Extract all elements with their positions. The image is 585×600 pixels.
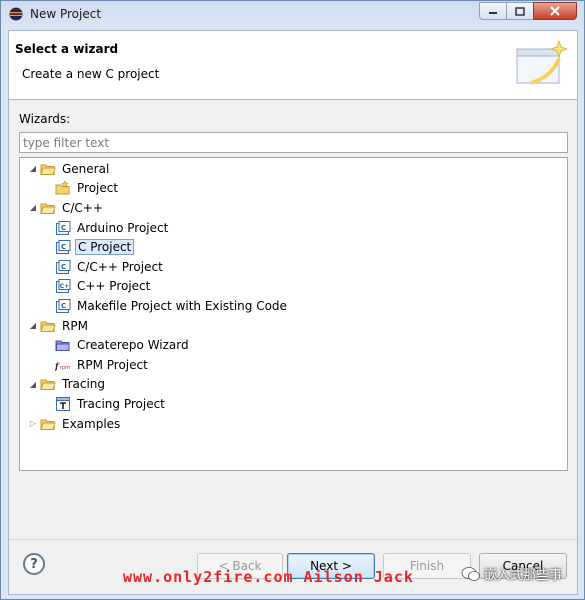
dialog-content: Select a wizard Create a new C project W… xyxy=(8,30,578,595)
svg-text:C: C xyxy=(61,224,66,232)
tree-item-label: Tracing Project xyxy=(77,396,165,411)
tree-item-tracing[interactable]: ◢ Tracing xyxy=(20,375,567,395)
watermark-text: www.only2fire.com Ailson Jack xyxy=(123,568,414,586)
tree-item-arduino-project[interactable]: C Arduino Project xyxy=(20,218,567,238)
wechat-icon xyxy=(461,566,480,581)
tree-item-project[interactable]: Project xyxy=(20,179,567,199)
help-button[interactable]: ? xyxy=(23,553,45,575)
folder-icon xyxy=(40,164,56,175)
close-button[interactable] xyxy=(533,2,577,20)
wizard-tree[interactable]: ◢ General Project ◢ C/C++ C Arduino Proj… xyxy=(19,157,568,471)
tree-item-label: C/C++ Project xyxy=(77,259,163,274)
filter-input[interactable] xyxy=(19,132,568,153)
svg-text:C+: C+ xyxy=(60,283,69,290)
tree-item-c-cpp[interactable]: ◢ C/C++ xyxy=(20,198,567,218)
tree-item-c-cpp-project[interactable]: C C/C++ Project xyxy=(20,257,567,277)
svg-text:C: C xyxy=(61,263,66,271)
svg-text:rpm: rpm xyxy=(60,365,70,371)
header-title: Select a wizard xyxy=(15,42,119,56)
tree-item-label: Tracing xyxy=(62,377,106,392)
c-file-icon: C xyxy=(56,220,71,235)
tree-item-examples[interactable]: ▷ Examples xyxy=(20,414,567,434)
tree-item-cpp-project[interactable]: C+ C++ Project xyxy=(20,277,567,297)
repo-icon xyxy=(55,340,70,352)
expanded-arrow-icon[interactable]: ◢ xyxy=(28,203,38,212)
folder-icon xyxy=(40,203,56,214)
close-icon xyxy=(550,6,560,16)
cpp-file-icon: C+ xyxy=(56,279,71,294)
tree-item-label: Project xyxy=(77,181,119,196)
tree-item-createrepo-wizard[interactable]: Createrepo Wizard xyxy=(20,335,567,355)
project-icon xyxy=(55,180,70,195)
maximize-icon xyxy=(515,6,525,16)
tree-item-tracing-project[interactable]: Tracing Project xyxy=(20,394,567,414)
tree-item-label: Createrepo Wizard xyxy=(77,338,189,353)
folder-icon xyxy=(40,321,56,332)
tree-item-rpm-project[interactable]: f rpm RPM Project xyxy=(20,355,567,375)
wizards-label: Wizards: xyxy=(19,112,71,126)
c-file-icon: C xyxy=(56,298,71,313)
tree-item-label: RPM Project xyxy=(77,357,148,372)
tracing-icon xyxy=(56,396,70,411)
expanded-arrow-icon[interactable]: ◢ xyxy=(28,321,38,330)
expanded-arrow-icon[interactable]: ◢ xyxy=(28,380,38,389)
tree-item-label: RPM xyxy=(62,318,88,333)
help-icon: ? xyxy=(30,556,38,572)
rpm-icon: f rpm xyxy=(55,361,70,371)
wechat-watermark: 嵌入式那些事 xyxy=(461,564,562,583)
eclipse-icon xyxy=(9,7,23,21)
minimize-button[interactable] xyxy=(479,2,507,20)
tree-item-label: C/C++ xyxy=(62,200,103,215)
folder-icon xyxy=(40,419,56,430)
tree-item-rpm[interactable]: ◢ RPM xyxy=(20,316,567,336)
tree-item-c-project[interactable]: C C Project xyxy=(20,237,567,257)
tree-item-label: C++ Project xyxy=(77,279,151,294)
tree-item-label: Makefile Project with Existing Code xyxy=(77,298,287,313)
window-title: New Project xyxy=(30,7,102,21)
wechat-label: 嵌入式那些事 xyxy=(484,568,563,583)
maximize-button[interactable] xyxy=(506,2,534,20)
title-bar[interactable]: New Project xyxy=(1,1,584,29)
collapsed-arrow-icon[interactable]: ▷ xyxy=(28,419,38,428)
svg-text:C: C xyxy=(61,243,66,251)
tree-item-label: General xyxy=(62,161,110,176)
c-file-icon: C xyxy=(56,240,71,255)
footer-divider xyxy=(9,539,577,540)
new-wizard-banner-icon xyxy=(516,39,569,85)
folder-icon xyxy=(40,379,56,391)
tree-item-general[interactable]: ◢ General xyxy=(20,159,567,179)
header-description: Create a new C project xyxy=(22,67,160,81)
tree-item-makefile-project[interactable]: C Makefile Project with Existing Code xyxy=(20,296,567,316)
expanded-arrow-icon[interactable]: ◢ xyxy=(28,164,38,173)
c-file-icon: C xyxy=(56,259,71,274)
new-project-dialog: New Project Select a wizard Create a new… xyxy=(0,0,585,600)
svg-text:C: C xyxy=(61,302,66,310)
minimize-icon xyxy=(489,12,497,14)
tree-item-label: Examples xyxy=(62,416,121,431)
tree-item-label: C Project xyxy=(75,239,135,256)
tree-item-label: Arduino Project xyxy=(77,220,169,235)
wizard-header: Select a wizard Create a new C project xyxy=(9,31,577,100)
